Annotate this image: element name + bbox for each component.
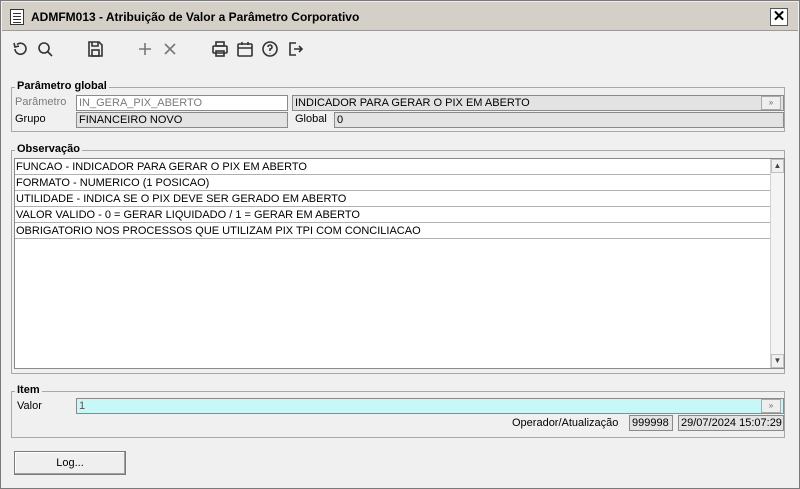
- observacao-line: FUNCAO - INDICADOR PARA GERAR O PIX EM A…: [15, 159, 771, 175]
- observacao-scrollbar[interactable]: ▲ ▼: [770, 159, 784, 368]
- operador-field: 999998: [629, 415, 673, 431]
- help-icon[interactable]: [260, 39, 280, 59]
- observacao-line: FORMATO - NUMERICO (1 POSICAO): [15, 175, 771, 191]
- scroll-up-icon[interactable]: ▲: [771, 159, 784, 173]
- parametro-description-field: INDICADOR PARA GERAR O PIX EM ABERTO: [292, 95, 784, 111]
- toolbar: [2, 32, 798, 64]
- item-title: Item: [15, 384, 42, 396]
- window-title: ADMFM013 - Atribuição de Valor a Parâmet…: [31, 10, 360, 24]
- observacao-line: UTILIDADE - INDICA SE O PIX DEVE SER GER…: [15, 191, 771, 207]
- log-button[interactable]: Log...: [14, 451, 126, 475]
- scroll-down-icon[interactable]: ▼: [771, 354, 784, 368]
- exit-icon[interactable]: [285, 39, 305, 59]
- delete-icon[interactable]: [160, 39, 180, 59]
- valor-field[interactable]: 1: [76, 398, 784, 414]
- parametro-lookup-icon[interactable]: »: [761, 96, 781, 110]
- document-icon: [10, 9, 24, 25]
- observacao-line: VALOR VALIDO - 0 = GERAR LIQUIDADO / 1 =…: [15, 207, 771, 223]
- save-icon[interactable]: [85, 39, 105, 59]
- add-icon[interactable]: [135, 39, 155, 59]
- valor-lookup-icon[interactable]: »: [761, 399, 781, 413]
- valor-label: Valor: [17, 400, 42, 412]
- global-field: 0: [334, 112, 784, 128]
- search-icon[interactable]: [35, 39, 55, 59]
- window: ADMFM013 - Atribuição de Valor a Parâmet…: [0, 0, 800, 489]
- observacao-line: OBRIGATORIO NOS PROCESSOS QUE UTILIZAM P…: [15, 223, 771, 239]
- grupo-field: FINANCEIRO NOVO: [76, 112, 288, 128]
- observacao-memo[interactable]: FUNCAO - INDICADOR PARA GERAR O PIX EM A…: [14, 158, 785, 369]
- close-button[interactable]: ✕: [770, 8, 788, 26]
- observacao-title: Observação: [15, 143, 82, 155]
- operador-label: Operador/Atualização: [512, 417, 619, 429]
- atualizacao-field: 29/07/2024 15:07:29: [678, 415, 784, 431]
- parametro-global-title: Parâmetro global: [15, 80, 109, 92]
- global-label: Global: [295, 113, 327, 125]
- title-bar: ADMFM013 - Atribuição de Valor a Parâmet…: [2, 2, 798, 31]
- print-icon[interactable]: [210, 39, 230, 59]
- parametro-field[interactable]: IN_GERA_PIX_ABERTO: [76, 95, 288, 111]
- parametro-label: Parâmetro: [15, 96, 67, 108]
- grupo-label: Grupo: [15, 113, 46, 125]
- calendar-icon[interactable]: [235, 39, 255, 59]
- undo-icon[interactable]: [10, 39, 30, 59]
